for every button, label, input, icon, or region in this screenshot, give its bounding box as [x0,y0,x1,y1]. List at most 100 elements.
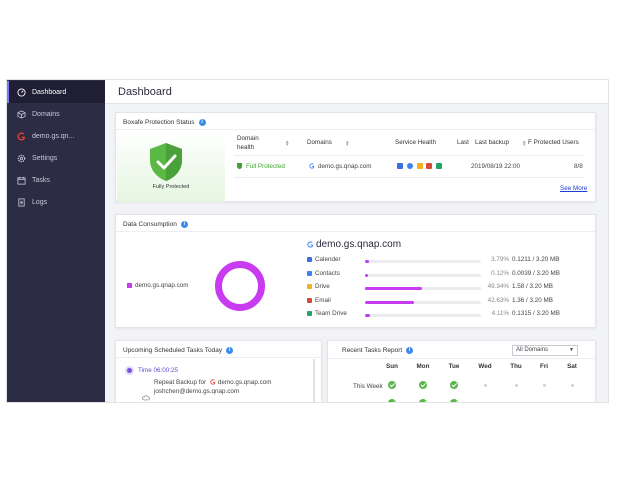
top-bar: Dashboard [105,80,608,104]
service-name: Email [307,297,331,304]
no-task-marker [570,384,574,387]
team-drive-icon [307,311,312,316]
sidebar-item-domains[interactable]: Domains [7,103,105,125]
consumption-row: Drive 49.34% 1.58 / 3.20 MB [307,283,607,296]
card-title: Boxafe Protection Status [123,119,195,126]
column-header-service-health: Service Health [395,139,436,146]
app-window: Dashboard Domains demo.gs.qn... Settings… [7,80,608,402]
usage-bar [365,287,481,290]
day-header: Thu [510,363,522,370]
column-header-last: Last [457,139,469,146]
domain-filter-select[interactable]: All Domains ▼ [512,345,578,356]
column-header-domain-health[interactable]: Domain health [237,134,267,152]
protection-shield-panel: Fully Protected [117,130,225,202]
success-icon[interactable] [388,381,396,389]
calender-icon [307,257,312,262]
day-header: Fri [539,363,549,370]
google-icon [210,379,216,385]
usage-percent: 42.63% [487,296,509,304]
sidebar-item-dashboard[interactable]: Dashboard [7,81,105,103]
usage-size: 0.1315 / 3.20 MB [512,310,560,317]
google-icon [307,241,314,248]
success-icon[interactable] [450,399,458,402]
consumption-row: Contacts 0.12% 0.0039 / 3.20 MB [307,270,607,283]
usage-bar-fill [365,300,415,304]
card-title: Data Consumption [123,221,177,228]
protection-status-card: Boxafe Protection Status i Fully Protect… [115,112,596,202]
sidebar-item-tasks[interactable]: Tasks [7,169,105,191]
consumption-row: Email 42.63% 1.36 / 3.20 MB [307,297,607,310]
column-header-protected-users: F Protected Users [528,139,579,146]
success-icon[interactable] [450,381,458,389]
document-icon [16,197,26,207]
task-description: Repeat Backup for demo.gs.qnap.com [154,379,272,386]
info-icon[interactable]: i [198,119,206,126]
sort-icon[interactable]: ▲ ▼ [285,139,289,147]
google-icon [309,163,315,169]
usage-bar [365,300,481,304]
last-backup-value: 2019/08/19 22:00 [471,163,521,170]
usage-bar [365,273,481,277]
scrollbar[interactable] [313,359,315,402]
sidebar-item-label: Logs [32,198,48,206]
sidebar-item-logs[interactable]: Logs [7,191,105,213]
usage-bar-fill [365,314,370,317]
sidebar: Dashboard Domains demo.gs.qn... Settings… [7,80,105,402]
usage-size: 1.36 / 3.20 MB [512,296,553,304]
legend-swatch [127,282,132,288]
sidebar-item-label: Tasks [32,176,50,184]
no-task-marker [483,384,487,387]
shield-small-icon [237,163,242,170]
success-icon[interactable] [419,381,427,389]
email-icon [426,163,433,170]
day-header: Wed [478,363,492,370]
chevron-down-icon: ▼ [569,347,574,353]
contacts-icon [406,163,413,170]
shield-icon [147,142,185,182]
sidebar-item-label: Dashboard [32,88,67,96]
info-icon[interactable]: i [226,347,234,354]
gear-icon [16,153,26,163]
usage-bar [365,314,481,317]
see-more-link[interactable]: See More [560,185,587,192]
usage-size: 1.58 / 3.20 MB [512,283,553,290]
sort-icon[interactable]: ▲ ▼ [345,139,349,147]
usage-bar-fill [365,287,423,290]
no-task-marker [514,384,518,387]
cloud-icon [142,388,150,402]
drive-icon [307,284,312,289]
column-header-domains[interactable]: Domains [307,139,332,146]
email-icon [307,297,312,303]
no-task-marker [542,384,546,387]
page-title: Dashboard [118,86,172,98]
service-name: Calender [307,256,341,263]
drive-icon [416,163,423,170]
sidebar-item-settings[interactable]: Settings [7,147,105,169]
usage-size: 0.1211 / 3.20 MB [512,256,560,263]
sort-icon[interactable]: ▲ ▼ [522,139,526,147]
usage-bar [365,260,481,263]
shield-label: Fully Protected [152,184,190,190]
usage-bar-fill [365,273,369,277]
recent-tasks-card: Recent Tasks Report i All Domains ▼ Sun M… [327,340,596,402]
consumption-rows: Calender 3.79% 0.1211 / 3.20 MB Contacts 0.1… [307,256,597,326]
day-header: Sat [567,363,577,370]
sidebar-item-domain-demo[interactable]: demo.gs.qn... [7,125,105,147]
consumption-donut [215,261,265,311]
consumption-row: Calender 3.79% 0.1211 / 3.20 MB [307,256,607,269]
info-icon[interactable]: i [406,347,414,354]
domain-value[interactable]: demo.gs.qnap.com [309,163,372,170]
sidebar-item-label: demo.gs.qn... [32,132,75,140]
info-icon[interactable]: i [180,221,188,228]
status-row [328,399,597,402]
success-icon[interactable] [419,399,427,402]
service-name: Contacts [307,270,340,277]
protected-users-value: 8/8 [574,163,583,170]
column-header-last-backup[interactable]: Last backup [475,139,509,146]
usage-bar-fill [365,260,370,263]
usage-size: 0.0039 / 3.20 MB [512,269,560,277]
usage-percent: 0.12% [491,269,509,277]
days-header: Sun Mon Tue Wed Thu Fri Sat [328,363,597,373]
success-icon[interactable] [388,399,396,402]
calendar-icon [16,175,26,185]
